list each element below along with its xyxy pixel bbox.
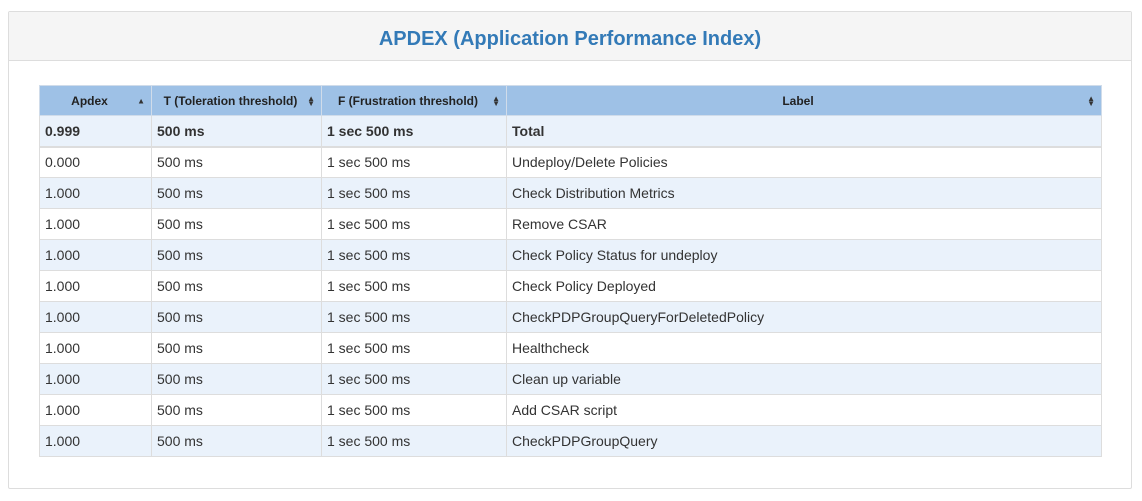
- column-header-frustration[interactable]: F (Frustration threshold) ▲ ▼: [321, 85, 507, 116]
- column-header-toleration[interactable]: T (Toleration threshold) ▲ ▼: [151, 85, 322, 116]
- cell-frustration: 1 sec 500 ms: [321, 146, 507, 178]
- cell-frustration: 1 sec 500 ms: [321, 301, 507, 333]
- cell-label: Healthcheck: [506, 332, 1102, 364]
- cell-toleration: 500 ms: [151, 425, 322, 457]
- table-row: 1.000 500 ms 1 sec 500 ms Clean up variable: [39, 363, 1102, 395]
- apdex-panel: APDEX (Application Performance Index) Ap…: [8, 11, 1132, 489]
- cell-frustration: 1 sec 500 ms: [321, 363, 507, 395]
- column-header-label: T (Toleration threshold): [163, 93, 298, 108]
- cell-toleration: 500 ms: [151, 208, 322, 240]
- table-row: 1.000 500 ms 1 sec 500 ms Check Distributio…: [39, 177, 1102, 209]
- column-header-label: F (Frustration threshold): [338, 93, 478, 108]
- cell-frustration: 1 sec 500 ms: [321, 177, 507, 209]
- cell-toleration: 500 ms: [151, 115, 322, 148]
- table-row: 1.000 500 ms 1 sec 500 ms CheckPDPGroupQuer…: [39, 301, 1102, 333]
- cell-label: Undeploy/Delete Policies: [506, 146, 1102, 178]
- cell-apdex: 1.000: [39, 332, 152, 364]
- cell-toleration: 500 ms: [151, 177, 322, 209]
- cell-frustration: 1 sec 500 ms: [321, 425, 507, 457]
- cell-label: CheckPDPGroupQueryForDeletedPolicy: [506, 301, 1102, 333]
- cell-apdex: 1.000: [39, 425, 152, 457]
- column-header-label[interactable]: Label ▲ ▼: [506, 85, 1102, 116]
- cell-apdex: 0.000: [39, 146, 152, 178]
- cell-toleration: 500 ms: [151, 394, 322, 426]
- cell-label: Add CSAR script: [506, 394, 1102, 426]
- table-header-row: Apdex ▲ T (Toleration threshold) ▲ ▼ F (F…: [39, 85, 1102, 116]
- table-row: 1.000 500 ms 1 sec 500 ms Healthcheck: [39, 332, 1102, 364]
- cell-toleration: 500 ms: [151, 363, 322, 395]
- cell-apdex: 1.000: [39, 208, 152, 240]
- table-row: 1.000 500 ms 1 sec 500 ms Check Policy Stat…: [39, 239, 1102, 271]
- column-header-label: Label: [782, 93, 814, 108]
- cell-label: Clean up variable: [506, 363, 1102, 395]
- panel-heading: APDEX (Application Performance Index): [9, 12, 1131, 61]
- apdex-table: Apdex ▲ T (Toleration threshold) ▲ ▼ F (F…: [39, 85, 1102, 457]
- cell-label: Check Distribution Metrics: [506, 177, 1102, 209]
- cell-toleration: 500 ms: [151, 239, 322, 271]
- table-row: 1.000 500 ms 1 sec 500 ms Remove CSAR: [39, 208, 1102, 240]
- table-row: 1.000 500 ms 1 sec 500 ms Check Policy Depl…: [39, 270, 1102, 302]
- cell-apdex: 1.000: [39, 301, 152, 333]
- cell-apdex: 0.999: [39, 115, 152, 148]
- cell-frustration: 1 sec 500 ms: [321, 239, 507, 271]
- cell-toleration: 500 ms: [151, 301, 322, 333]
- cell-frustration: 1 sec 500 ms: [321, 270, 507, 302]
- cell-frustration: 1 sec 500 ms: [321, 115, 507, 148]
- table-row: 0.000 500 ms 1 sec 500 ms Undeploy/Delete P…: [39, 146, 1102, 178]
- cell-label: Remove CSAR: [506, 208, 1102, 240]
- sort-both-icon: ▲ ▼: [492, 93, 500, 108]
- cell-apdex: 1.000: [39, 177, 152, 209]
- table-row: 1.000 500 ms 1 sec 500 ms Add CSAR script: [39, 394, 1102, 426]
- cell-label: CheckPDPGroupQuery: [506, 425, 1102, 457]
- panel-title: APDEX (Application Performance Index): [378, 27, 762, 50]
- cell-toleration: 500 ms: [151, 332, 322, 364]
- cell-toleration: 500 ms: [151, 270, 322, 302]
- cell-apdex: 1.000: [39, 394, 152, 426]
- cell-toleration: 500 ms: [151, 146, 322, 178]
- cell-apdex: 1.000: [39, 363, 152, 395]
- cell-frustration: 1 sec 500 ms: [321, 394, 507, 426]
- cell-apdex: 1.000: [39, 270, 152, 302]
- sort-both-icon: ▲ ▼: [1087, 93, 1095, 108]
- column-header-label: Apdex: [71, 93, 108, 108]
- cell-label: Total: [506, 115, 1102, 148]
- table-row: 1.000 500 ms 1 sec 500 ms CheckPDPGroupQuer…: [39, 425, 1102, 457]
- total-row: 0.999 500 ms 1 sec 500 ms Total: [39, 115, 1102, 148]
- sort-both-icon: ▲ ▼: [307, 93, 315, 108]
- cell-apdex: 1.000: [39, 239, 152, 271]
- sort-asc-icon: ▲: [137, 96, 145, 105]
- column-header-apdex[interactable]: Apdex ▲: [39, 85, 152, 116]
- cell-label: Check Policy Status for undeploy: [506, 239, 1102, 271]
- cell-frustration: 1 sec 500 ms: [321, 332, 507, 364]
- cell-frustration: 1 sec 500 ms: [321, 208, 507, 240]
- cell-label: Check Policy Deployed: [506, 270, 1102, 302]
